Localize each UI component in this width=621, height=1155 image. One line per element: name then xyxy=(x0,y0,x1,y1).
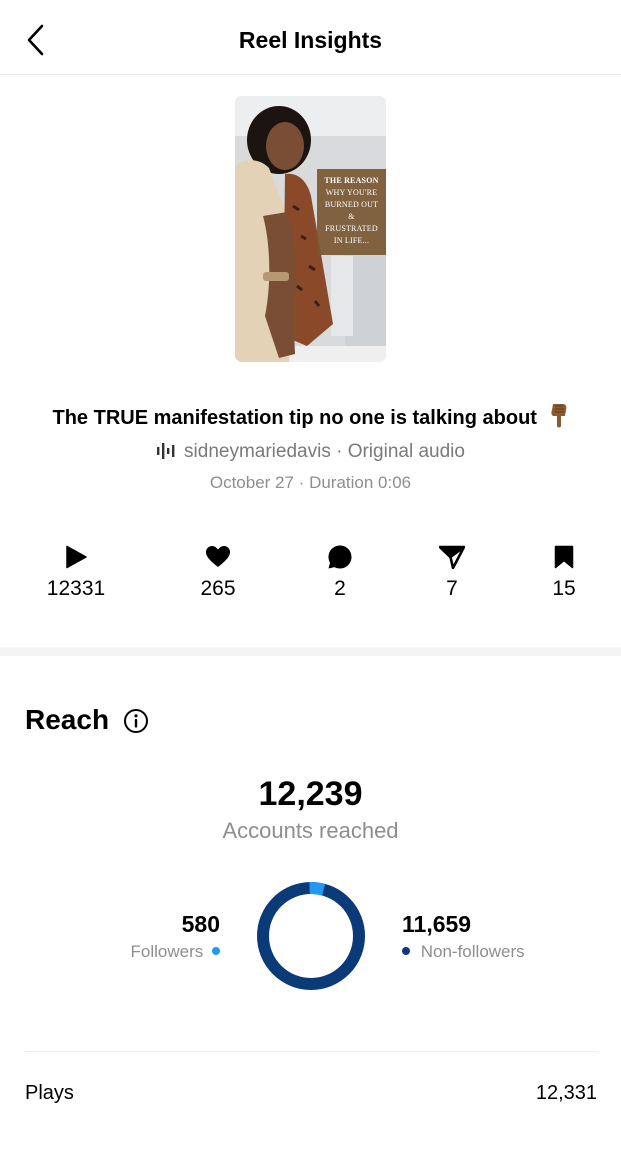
comment-icon xyxy=(328,545,352,569)
audio-attribution[interactable]: sidneymariedavis · Original audio xyxy=(0,441,621,465)
stat-plays[interactable]: 12331 xyxy=(16,542,136,601)
reel-title: The TRUE manifestation tip no one is tal… xyxy=(0,402,621,434)
caption-line: BURNED OUT xyxy=(324,200,379,209)
donut-segment-followers xyxy=(309,882,326,896)
info-icon xyxy=(124,709,148,733)
plays-row-value: 12,331 xyxy=(535,1082,597,1104)
followers-legend-dot xyxy=(212,947,220,955)
audio-wave-icon xyxy=(156,443,176,465)
caption-line: FRUSTRATED xyxy=(325,224,378,233)
nonfollowers-value: 11,659 xyxy=(402,911,472,937)
pointing-down-hand-icon xyxy=(549,402,569,434)
followers-label: Followers xyxy=(130,942,204,961)
top-bar: Reel Insights xyxy=(0,0,621,75)
reel-meta: October 27 · Duration 0:06 xyxy=(209,473,412,492)
nonfollowers-legend-dot xyxy=(402,947,410,955)
share-icon xyxy=(439,545,465,569)
caption-line: WHY YOU'RE xyxy=(325,188,378,197)
audio-text: sidneymariedavis · Original audio xyxy=(184,441,465,462)
stat-likes-value: 265 xyxy=(200,577,236,600)
heart-icon xyxy=(206,546,230,567)
accounts-reached-value: 12,239 xyxy=(258,775,363,813)
stat-saves[interactable]: 15 xyxy=(504,542,621,601)
bookmark-icon xyxy=(554,545,574,569)
stat-comments-value: 2 xyxy=(334,577,346,600)
caption-line: THE REASON xyxy=(324,176,379,185)
plays-row-label: Plays xyxy=(25,1082,74,1104)
thumbnail-caption: THE REASON WHY YOU'RE BURNED OUT & FRUST… xyxy=(317,169,386,255)
stat-likes[interactable]: 265 xyxy=(158,542,278,601)
row-divider xyxy=(25,1051,598,1052)
reach-info-button[interactable] xyxy=(123,708,149,734)
stat-shares-value: 7 xyxy=(446,577,458,600)
stat-comments[interactable]: 2 xyxy=(280,542,400,601)
followers-value: 580 xyxy=(181,911,220,937)
section-divider xyxy=(0,647,621,656)
play-icon xyxy=(66,545,87,569)
reach-title: Reach xyxy=(25,704,110,735)
nonfollowers-legend: Non-followers xyxy=(402,942,525,962)
accounts-reached-label: Accounts reached xyxy=(222,818,399,843)
caption-line: IN LIFE... xyxy=(333,236,370,245)
reach-donut-chart xyxy=(257,882,365,990)
nonfollowers-label: Non-followers xyxy=(420,942,525,961)
page-title: Reel Insights xyxy=(238,27,383,53)
reel-thumbnail[interactable]: THE REASON WHY YOU'RE BURNED OUT & FRUST… xyxy=(235,96,386,362)
stat-saves-value: 15 xyxy=(552,577,576,600)
stat-plays-value: 12331 xyxy=(46,577,106,600)
donut-segment-nonfollowers xyxy=(257,882,365,990)
caption-line: & xyxy=(348,212,355,221)
stat-shares[interactable]: 7 xyxy=(392,542,512,601)
followers-legend: Followers xyxy=(131,942,220,962)
reel-title-text: The TRUE manifestation tip no one is tal… xyxy=(52,407,537,429)
